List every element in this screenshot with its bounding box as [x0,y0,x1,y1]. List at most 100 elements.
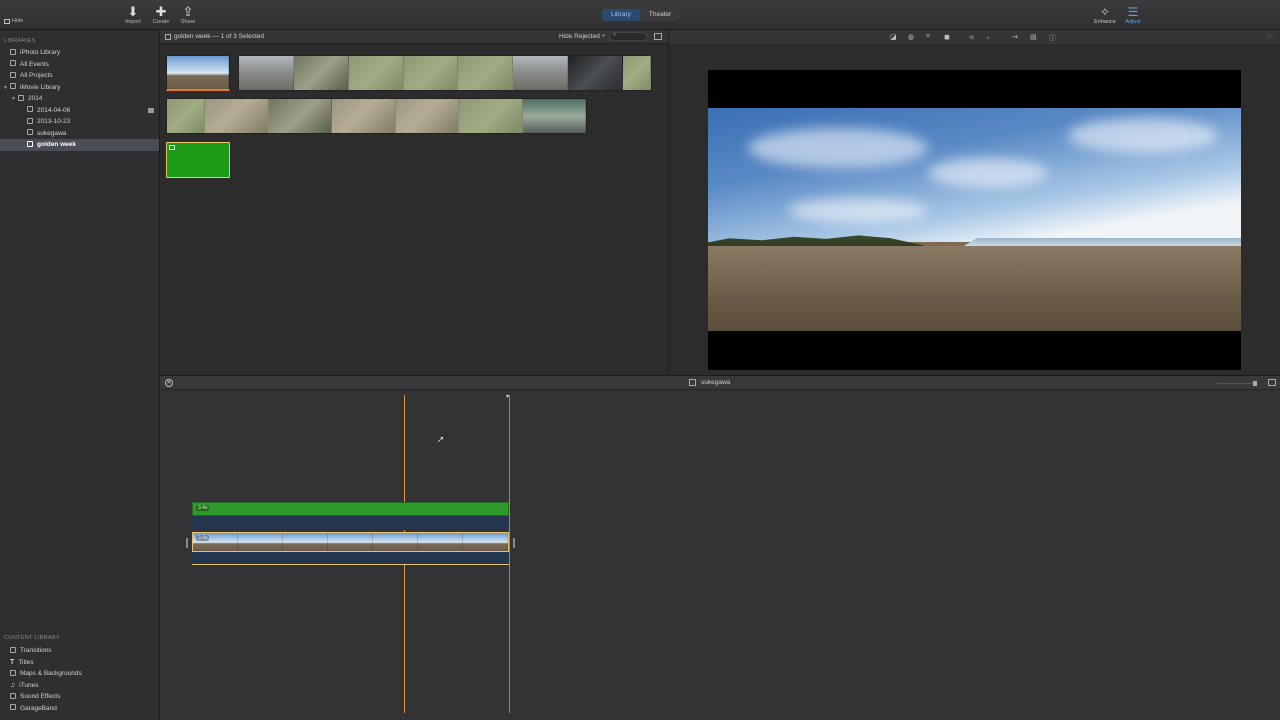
libraries-sidebar: LIBRARIES iPhoto Library All Events All … [0,30,160,720]
event-browser: golden week — 1 of 3 Selected Hide Rejec… [160,30,668,375]
clip-trim-handle-right[interactable] [513,538,515,548]
speed-icon[interactable]: ⇝ [1012,33,1018,41]
clip-frame [283,533,328,551]
mouse-cursor-icon: ➚ [437,434,445,444]
volume-icon[interactable]: ◀ [968,33,973,41]
timeline-header: ✕ sukegawa [160,376,1280,390]
beach-video-clip[interactable]: 3.4s [192,532,509,552]
clip-frame [459,99,523,133]
search-field[interactable]: ⌕ [609,32,647,41]
sidebar-item-label: All Events [20,60,49,68]
enhance-button[interactable]: ✧ Enhance [1090,5,1120,25]
sidebar-item-label: 2014 [27,95,43,102]
event-icon [165,34,171,40]
clip-filmstrip[interactable] [238,55,652,91]
clip-frame [348,56,404,90]
photo-library-icon [10,48,16,55]
video-overlay-icon[interactable]: ▤ [1030,33,1037,41]
clip-frame [458,56,514,90]
clip-frame [522,99,586,133]
sidebar-item-2014-04-06[interactable]: 2014-04-06 [0,105,159,117]
end-marker-icon: ▾ [506,394,510,400]
import-button[interactable]: ⬇ Import [118,4,148,25]
map-icon [10,669,16,676]
event-icon [27,140,33,147]
share-button[interactable]: ⇪ Share [173,4,203,25]
sidebar-item-label: 2014-04-06 [37,106,71,114]
clip-frame [167,56,229,89]
library-mode-tab[interactable]: Library [602,9,640,21]
adjust-button[interactable]: ☰ Adjust [1118,5,1148,25]
color-balance-icon[interactable]: ◪ [890,33,897,41]
green-background-clip[interactable] [166,142,230,178]
music-note-icon: ♫ [10,681,16,689]
stabilization-icon[interactable]: ◼ [944,33,950,41]
content-item-maps-backgrounds[interactable]: Maps & Backgrounds [0,668,159,680]
clip-frame [403,56,459,90]
sidebar-item-2013-10-23[interactable]: 2013-10-23 [0,116,159,128]
clip-filmstrip[interactable] [166,98,587,134]
clip-trim-handle-left[interactable] [186,538,188,548]
content-item-garageband[interactable]: GarageBand [0,703,159,715]
imovie-window: Hide ⬇ Import ✚ Create ⇪ Share Library T… [0,0,1280,720]
project-icon [689,379,696,386]
sidebar-item-label: iPhoto Library [20,49,61,56]
timeline-settings-icon[interactable] [1268,379,1276,386]
project-timeline: ✕ sukegawa ▾ 3.4s 3.4s ➚ [160,375,1280,720]
plus-icon: ✚ [155,4,167,19]
import-label: Import [125,19,141,25]
close-project-icon[interactable]: ✕ [165,379,173,387]
viewer-panel: ◪ ◍ ⌗ ◼ ◀ ▴ ⇝ ▤ ⓘ ↶ [668,30,1280,375]
event-icon [27,129,33,135]
event-icon [27,106,33,112]
hide-rejected-filter[interactable]: Hide Rejected ÷ [559,33,605,40]
sidebar-item-sukegawa[interactable]: sukegawa [0,128,159,140]
project-title: sukegawa [701,379,731,386]
main-toolbar: Hide ⬇ Import ✚ Create ⇪ Share Library T… [0,0,1280,30]
sidebar-item-label: golden week [37,141,77,148]
event-title: golden week — 1 of 3 Selected [174,33,264,40]
clip-frame [268,99,333,133]
clip-appearance-icon[interactable] [654,33,662,40]
zoom-slider-knob-icon[interactable] [1253,381,1257,386]
sliders-icon: ☰ [1127,5,1139,19]
video-clip-audio [192,552,509,565]
green-clip-audio [192,516,509,530]
content-item-label: Sound Effects [20,693,61,700]
content-item-sound-effects[interactable]: Sound Effects [0,691,159,703]
content-library-heading: CONTENT LIBRARY [4,635,60,641]
sidebar-item-all-projects[interactable]: All Projects [0,70,159,82]
create-button[interactable]: ✚ Create [146,4,176,25]
content-item-label: Maps & Backgrounds [20,670,82,677]
clip-info-icon[interactable]: ⓘ [1049,33,1056,43]
video-preview[interactable] [708,70,1241,370]
sidebar-item-imovie-library[interactable]: ▼ iMovie Library [0,82,159,94]
crop-icon[interactable]: ⌗ [926,33,930,41]
view-mode-segmented-control: Library Theater [602,9,681,21]
content-item-itunes[interactable]: ♫ iTunes [0,680,159,692]
sidebar-item-golden-week[interactable]: golden week [0,139,159,151]
transitions-icon [10,646,16,653]
reset-icon[interactable]: ↶ [1267,33,1273,41]
library-icon [9,83,16,89]
sidebar-item-2014[interactable]: ▼ 2014 [0,93,159,105]
viewer-toolbar: ◪ ◍ ⌗ ◼ ◀ ▴ ⇝ ▤ ⓘ ↶ [669,30,1280,44]
content-item-titles[interactable]: T Titles [0,657,159,669]
noise-reduction-icon[interactable]: ▴ [986,33,990,41]
clip-frame [239,56,294,90]
content-item-transitions[interactable]: Transitions [0,645,159,657]
eject-icon[interactable] [148,107,154,113]
hide-label: Hide [12,18,24,24]
sidebar-item-label: 2013-10-23 [37,118,71,125]
clip-thumbnail-selected[interactable] [166,55,230,91]
zoom-slider[interactable] [1217,383,1257,384]
search-icon: ⌕ [613,32,617,38]
color-correction-icon[interactable]: ◍ [908,33,914,41]
magic-wand-icon: ✧ [1099,5,1111,19]
sidebar-item-iphoto-library[interactable]: iPhoto Library [0,47,159,59]
theater-mode-tab[interactable]: Theater [639,9,681,21]
content-item-label: Titles [18,658,34,666]
hide-libraries-button[interactable]: Hide [4,18,23,24]
green-screen-clip[interactable]: 3.4s [192,502,509,516]
sidebar-item-all-events[interactable]: All Events [0,59,159,71]
